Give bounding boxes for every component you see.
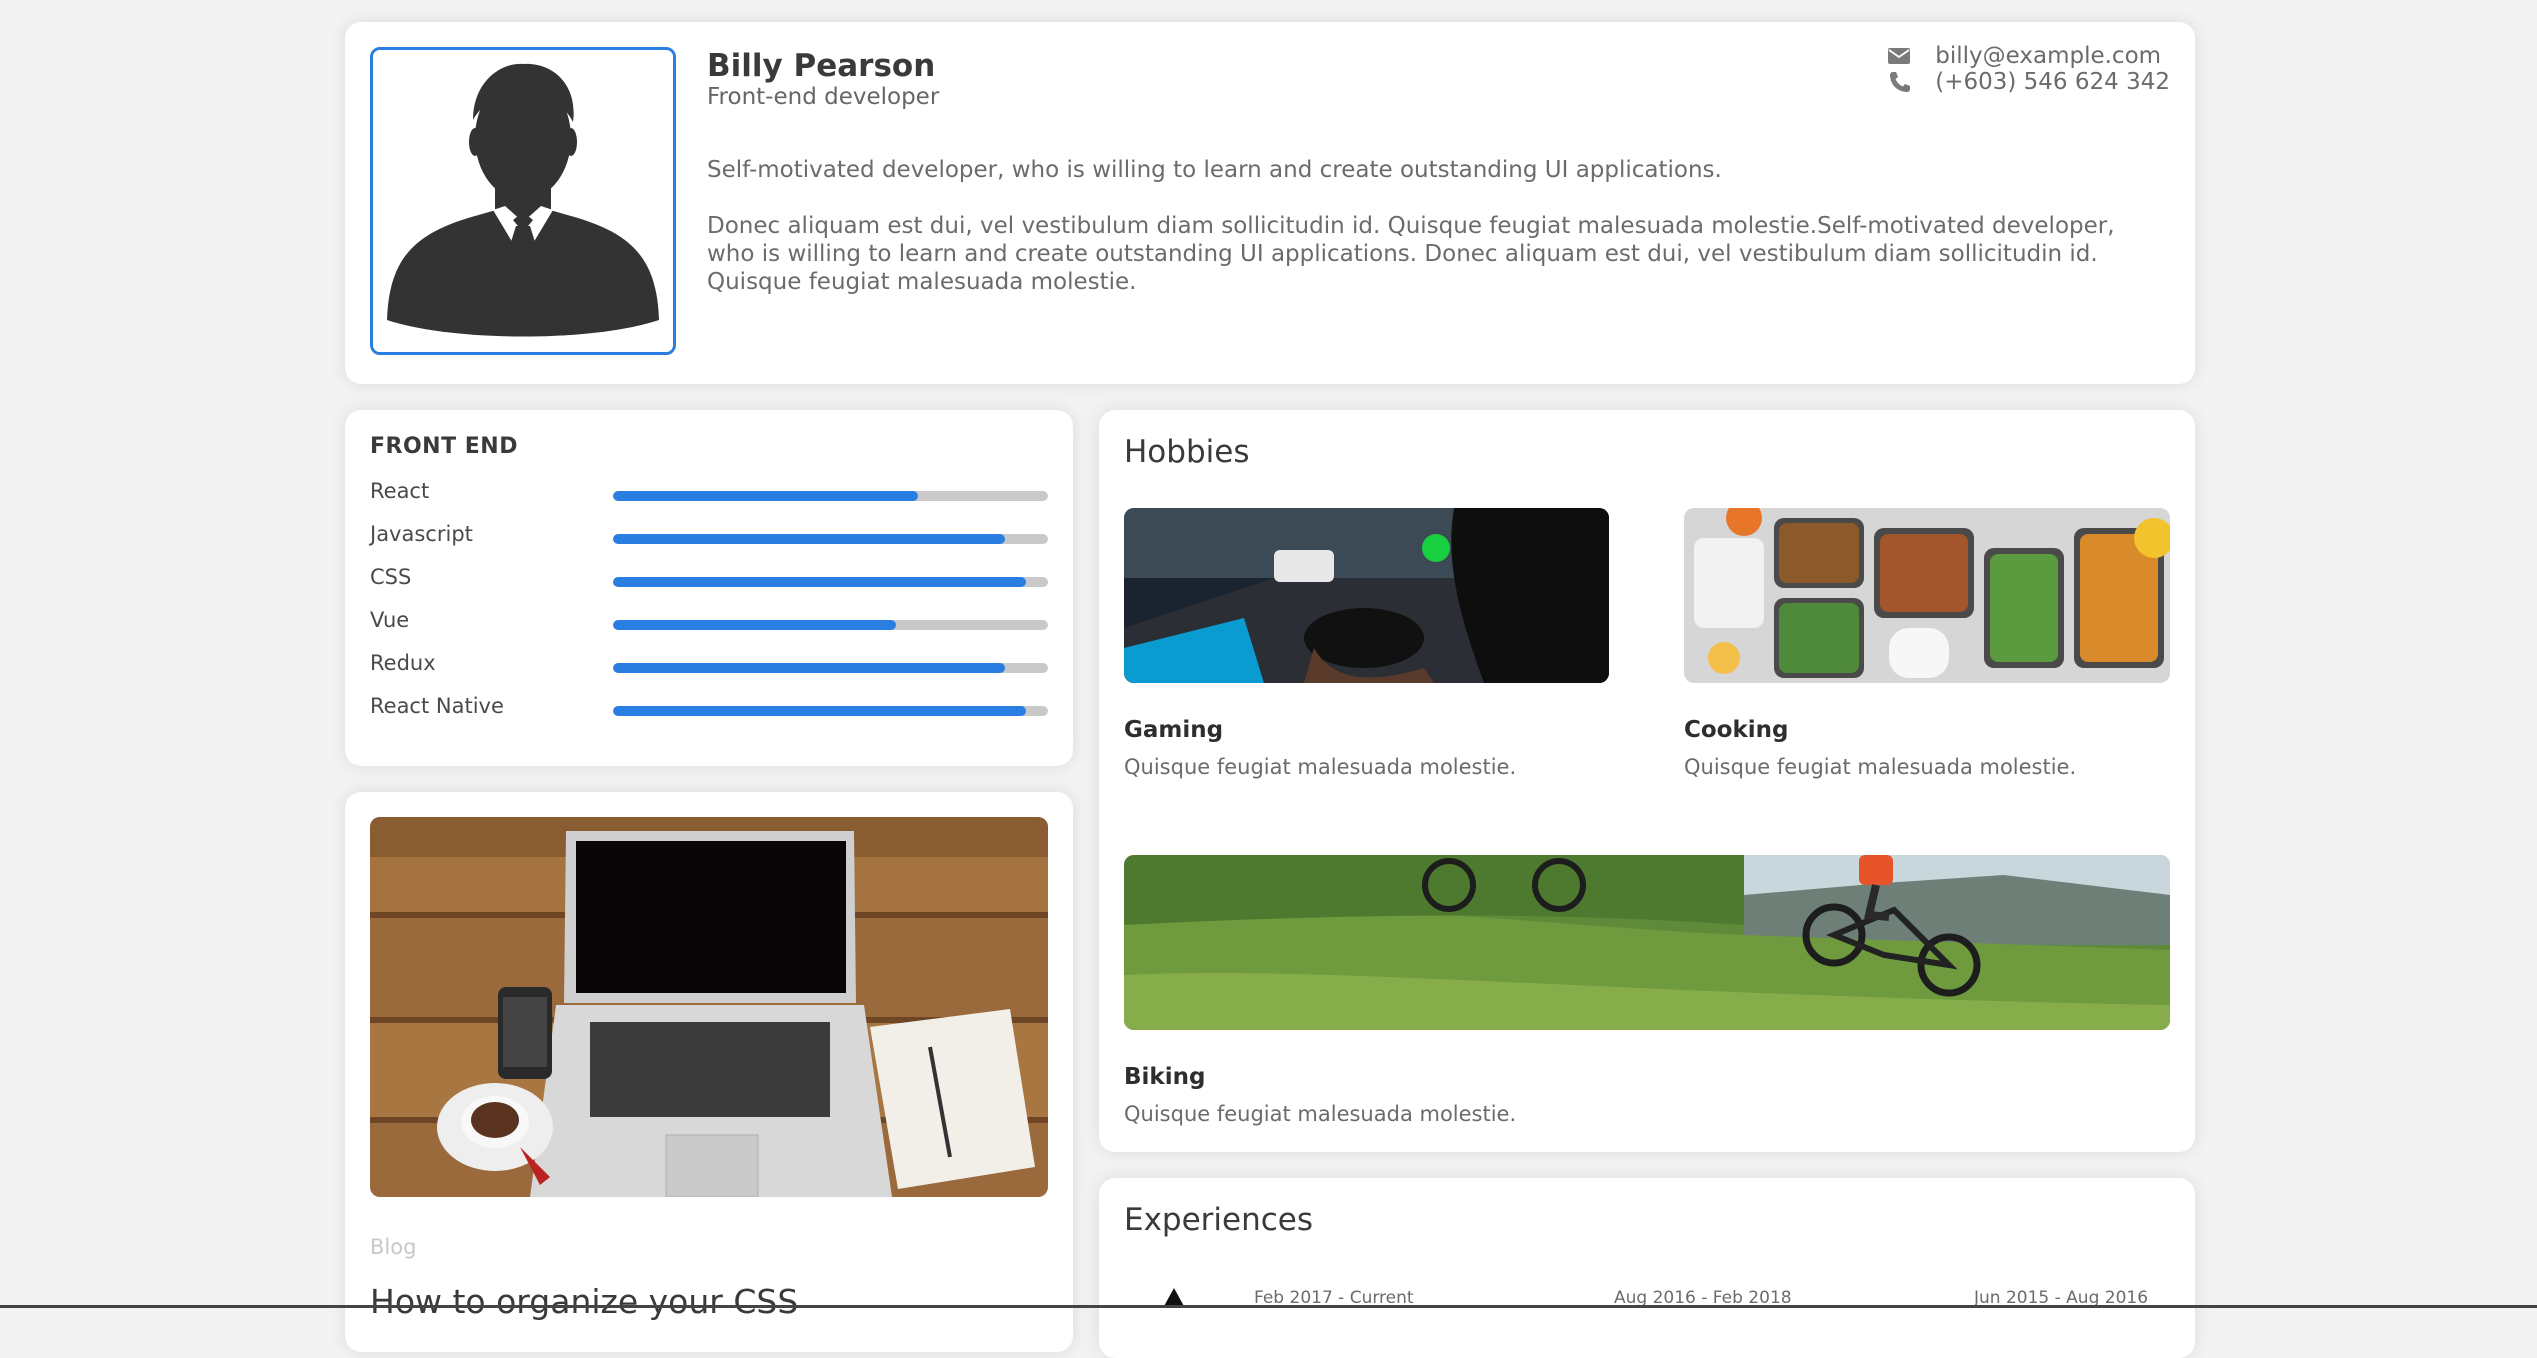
- skill-bar: [613, 491, 1048, 501]
- email-text[interactable]: billy@example.com: [1935, 43, 2161, 69]
- skill-row: React: [370, 479, 1048, 509]
- hobbies-title: Hobbies: [1124, 434, 1250, 470]
- gaming-photo: [1124, 508, 1609, 683]
- profile-description-line: Self-motivated developer, who is willing…: [707, 157, 1722, 183]
- skill-row: CSS: [370, 565, 1048, 595]
- profile-card: Billy Pearson Front-end developer Self-m…: [345, 22, 2195, 384]
- skills-heading: FRONT END: [370, 434, 518, 459]
- skill-label: CSS: [370, 565, 412, 589]
- hobbies-card: Hobbies Gaming Quisque feugiat malesuada…: [1099, 410, 2195, 1152]
- skill-bar-fill: [613, 534, 1005, 544]
- skill-bar: [613, 663, 1048, 673]
- profile-description-line: Donec aliquam est dui, vel vestibulum di…: [707, 213, 2115, 295]
- hobby-name: Biking: [1124, 1064, 1206, 1090]
- hobby-item-cooking[interactable]: Cooking Quisque feugiat malesuada molest…: [1684, 508, 2170, 779]
- person-silhouette-icon: [373, 50, 673, 352]
- phone-text[interactable]: (+603) 546 624 342: [1935, 69, 2170, 95]
- blog-title[interactable]: How to organize your CSS: [370, 1282, 798, 1321]
- skill-bar-fill: [613, 663, 1005, 673]
- blog-image[interactable]: [370, 817, 1048, 1197]
- skill-row: Redux: [370, 651, 1048, 681]
- laptop-desk-photo: [370, 817, 1048, 1197]
- hobby-image: [1124, 855, 2170, 1030]
- skill-label: Javascript: [370, 522, 473, 546]
- hobby-description: Quisque feugiat malesuada molestie.: [1124, 755, 1517, 779]
- hobby-description: Quisque feugiat malesuada molestie.: [1684, 755, 2077, 779]
- skill-label: Vue: [370, 608, 410, 632]
- cooking-photo: [1684, 508, 2170, 683]
- skill-bar-fill: [613, 620, 896, 630]
- skill-label: React Native: [370, 694, 504, 718]
- profile-role: Front-end developer: [707, 84, 940, 110]
- phone-icon: [1890, 72, 1911, 92]
- biking-photo: [1124, 855, 2170, 1030]
- hobby-item-gaming[interactable]: Gaming Quisque feugiat malesuada molesti…: [1124, 508, 1609, 779]
- hobby-image: [1124, 508, 1609, 683]
- hobby-description: Quisque feugiat malesuada molestie.: [1124, 1102, 1517, 1126]
- hobby-image: [1684, 508, 2170, 683]
- blog-card[interactable]: Blog How to organize your CSS: [345, 792, 1073, 1352]
- profile-name: Billy Pearson: [707, 48, 936, 84]
- skill-label: React: [370, 479, 430, 503]
- experiences-title: Experiences: [1124, 1202, 1314, 1238]
- skill-bar: [613, 620, 1048, 630]
- profile-description: Self-motivated developer, who is willing…: [707, 156, 2167, 324]
- skill-bar: [613, 577, 1048, 587]
- skill-row: Vue: [370, 608, 1048, 638]
- skill-row: Javascript: [370, 522, 1048, 552]
- contact-email[interactable]: billy@example.com: [1887, 43, 2170, 69]
- skill-label: Redux: [370, 651, 436, 675]
- skill-bar-fill: [613, 491, 918, 501]
- skill-bar-fill: [613, 577, 1027, 587]
- skill-bar-fill: [613, 706, 1027, 716]
- hobby-name: Gaming: [1124, 717, 1224, 743]
- contact-info: billy@example.com (+603) 546 624 342: [1887, 43, 2170, 96]
- skill-bar: [613, 534, 1048, 544]
- contact-phone[interactable]: (+603) 546 624 342: [1887, 69, 2170, 95]
- blog-category: Blog: [370, 1235, 417, 1259]
- hobby-name: Cooking: [1684, 717, 1789, 743]
- skill-row: React Native: [370, 694, 1048, 724]
- envelope-icon: [1888, 48, 1911, 64]
- skills-card: FRONT END React Javascript CSS Vue Redux…: [345, 410, 1073, 766]
- hobby-item-biking[interactable]: Biking Quisque feugiat malesuada molesti…: [1124, 855, 2170, 1126]
- experiences-card: Experiences Feb 2017 - Current Aug 2016 …: [1099, 1178, 2195, 1358]
- skill-bar: [613, 706, 1048, 716]
- avatar: [370, 47, 676, 355]
